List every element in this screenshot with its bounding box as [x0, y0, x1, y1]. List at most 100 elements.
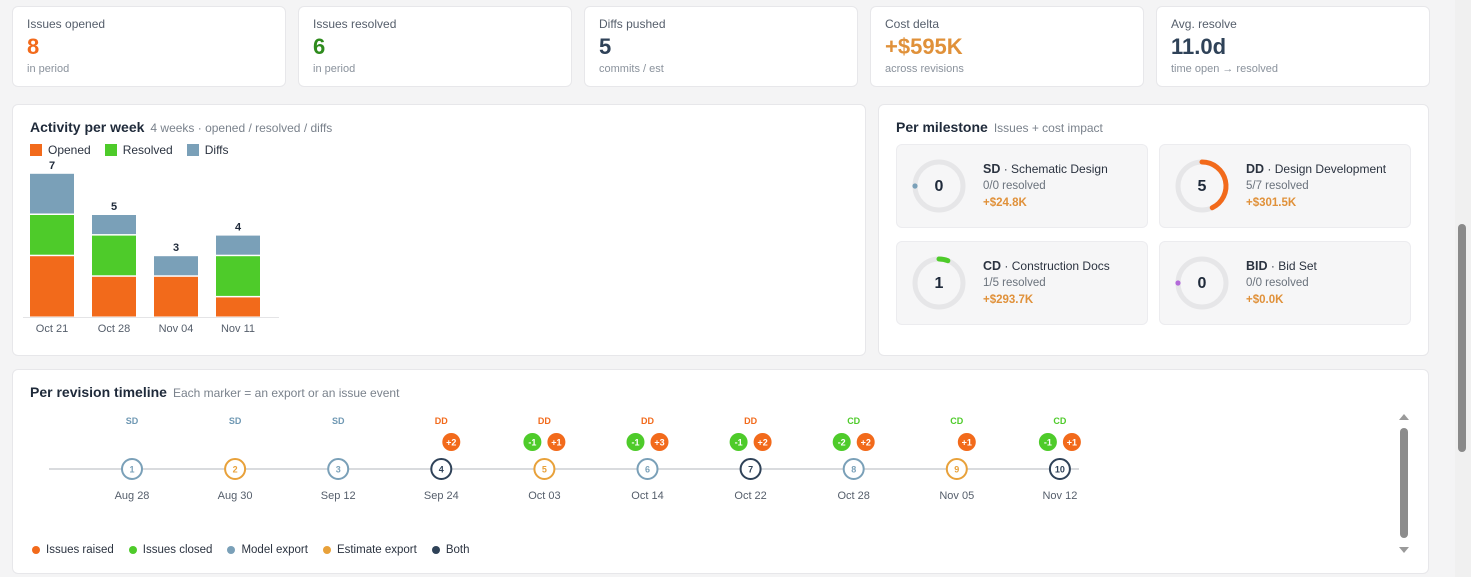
revision-number: 1 — [129, 465, 134, 475]
bar-diffs-2[interactable] — [154, 256, 198, 276]
timeline-legend-dot — [128, 546, 137, 554]
milestone-count: 0 — [1198, 275, 1207, 292]
milestone-progress-dot — [912, 183, 918, 189]
kpi-sub: time open → resolved — [1171, 63, 1278, 75]
milestone-tile-dd[interactable]: 5 DD · Design Development 5/7 resolved +… — [1159, 144, 1411, 228]
kpi-value: 11.0d — [1171, 34, 1227, 59]
issue-badge-label: +1 — [962, 438, 972, 448]
issue-badge-label: -1 — [528, 438, 536, 448]
revision-date: Oct 14 — [631, 490, 663, 502]
milestone-cost: +$0.0K — [1246, 294, 1284, 306]
activity-chart: 7 Oct 21 5 Oct 28 3 Nov 04 4 Nov 11 — [23, 160, 279, 335]
bar-resolved-1[interactable] — [92, 235, 136, 276]
bar-opened-3[interactable] — [216, 297, 260, 317]
issue-badge-label: -1 — [631, 438, 639, 448]
timeline-legend-item: Issues closed — [128, 544, 212, 556]
milestone-code: SD — [983, 162, 1001, 176]
kpi-value: 5 — [599, 34, 612, 59]
legend-swatch — [30, 144, 42, 156]
timeline-title-row: Per revision timeline Each marker = an ex… — [30, 384, 399, 400]
timeline-scroll-up-icon[interactable] — [1398, 412, 1410, 422]
milestone-resolved: 0/0 resolved — [1246, 277, 1309, 289]
issue-badge-label: -2 — [838, 438, 846, 448]
bar-total-label: 4 — [235, 222, 242, 234]
milestone-cost: +$301.5K — [1246, 197, 1297, 209]
bar-diffs-3[interactable] — [216, 235, 260, 255]
activity-title: Activity per week — [30, 119, 145, 135]
revision-phase-label: CD — [847, 416, 860, 426]
bar-opened-2[interactable] — [154, 276, 198, 317]
legend-label: Resolved — [122, 143, 173, 157]
milestone-fullname: · Construction Docs — [1001, 259, 1110, 273]
legend-item-opened: Opened — [30, 143, 91, 157]
legend-label: Diffs — [204, 143, 229, 157]
activity-subtitle: 4 weeks · opened / resolved / diffs — [150, 121, 333, 135]
timeline-legend-item: Both — [431, 544, 470, 556]
x-tick-label: Oct 28 — [98, 323, 130, 335]
milestone-count: 0 — [935, 178, 944, 195]
kpi-card-cost-delta: Cost delta +$595K across revisions — [870, 6, 1144, 87]
timeline-legend-dot — [227, 546, 236, 554]
activity-card: Activity per week 4 weeks · opened / reso… — [12, 104, 866, 356]
milestone-cost: +$293.7K — [983, 294, 1034, 306]
milestone-code: BID — [1246, 259, 1268, 273]
bar-diffs-1[interactable] — [92, 215, 136, 235]
milestone-name: BID · Bid Set — [1246, 259, 1317, 273]
issue-badge-label: -1 — [735, 438, 743, 448]
revision-number: 7 — [748, 465, 753, 475]
revision-phase-label: DD — [744, 416, 757, 426]
revision-date: Sep 24 — [424, 490, 459, 502]
timeline-legend-dot — [322, 546, 331, 554]
kpi-value: 6 — [313, 34, 326, 59]
timeline-legend-item: Model export — [227, 544, 308, 556]
bar-opened-0[interactable] — [30, 256, 74, 317]
bar-resolved-3[interactable] — [216, 256, 260, 296]
activity-legend: Opened Resolved Diffs — [30, 143, 229, 157]
timeline-scrollbar-thumb[interactable] — [1400, 428, 1408, 538]
timeline-legend-item: Estimate export — [322, 544, 417, 556]
revision-number: 4 — [439, 465, 444, 475]
bar-resolved-0[interactable] — [30, 215, 74, 255]
milestone-fullname: · Schematic Design — [1000, 162, 1108, 176]
milestone-cost: +$24.8K — [983, 197, 1027, 209]
revision-date: Sep 12 — [321, 490, 356, 502]
kpi-value: +$595K — [885, 34, 963, 59]
revision-phase-label: SD — [229, 416, 242, 426]
kpi-value: 8 — [27, 34, 40, 59]
timeline-legend: Issues raised Issues closed Model export Es… — [32, 544, 470, 556]
revision-date: Aug 30 — [218, 490, 253, 502]
milestone-count: 1 — [935, 275, 944, 292]
revision-number: 6 — [645, 465, 650, 475]
kpi-sub: in period — [27, 63, 70, 75]
issue-badge-label: +1 — [1067, 438, 1077, 448]
kpi-label: Cost delta — [885, 17, 940, 31]
timeline-legend-dot — [32, 546, 40, 554]
milestone-name: SD · Schematic Design — [983, 162, 1108, 176]
milestone-count: 5 — [1198, 178, 1207, 195]
revision-phase-label: SD — [332, 416, 345, 426]
revision-date: Oct 03 — [528, 490, 560, 502]
milestone-ring: 0 — [1175, 256, 1229, 310]
kpi-card-issues-opened: Issues opened 8 in period — [12, 6, 286, 87]
bar-diffs-0[interactable] — [30, 173, 74, 214]
revision-number: 9 — [954, 465, 959, 475]
timeline-legend-label: Estimate export — [336, 544, 417, 556]
revision-date: Oct 22 — [734, 490, 766, 502]
revision-phase-label: DD — [538, 416, 551, 426]
kpi-sub: in period — [313, 63, 356, 75]
milestone-tile-bid[interactable]: 0 BID · Bid Set 0/0 resolved +$0.0K — [1159, 241, 1411, 325]
milestone-tile-sd[interactable]: 0 SD · Schematic Design 0/0 resolved +$2… — [896, 144, 1148, 228]
timeline-scroll-down-icon[interactable] — [1398, 545, 1410, 555]
revision-phase-label: DD — [641, 416, 654, 426]
milestone-card: Per milestone Issues + cost impact 0 SD ·… — [878, 104, 1429, 356]
bar-opened-1[interactable] — [92, 276, 136, 317]
timeline-title: Per revision timeline — [30, 384, 167, 400]
page-scrollbar-thumb[interactable] — [1458, 224, 1466, 452]
milestone-name: DD · Design Development — [1246, 162, 1386, 176]
milestone-tile-cd[interactable]: 1 CD · Construction Docs 1/5 resolved +$… — [896, 241, 1148, 325]
activity-title-row: Activity per week 4 weeks · opened / reso… — [30, 119, 332, 135]
milestone-subtitle: Issues + cost impact — [993, 121, 1103, 135]
milestone-fullname: · Bid Set — [1267, 259, 1317, 273]
milestone-fullname: · Design Development — [1264, 162, 1387, 176]
issue-badge-label: +3 — [654, 438, 664, 448]
